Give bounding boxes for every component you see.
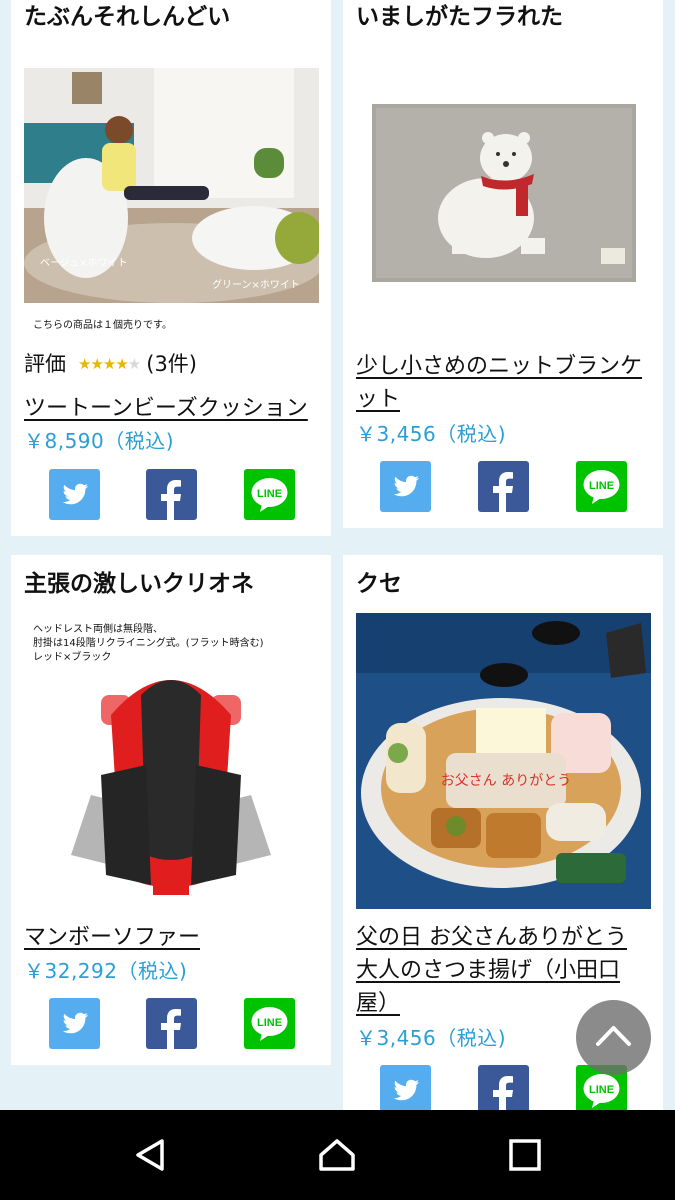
image-note: こちらの商品は１個売りです。 [33,320,172,331]
twitter-share-button[interactable] [49,998,100,1049]
card-header: クセ [356,571,402,597]
product-card: 主張の激しいクリオネ ヘッドレスト両側は無段階、 肘掛は14段階リクライニング式… [11,555,331,1065]
product-card: たぶんそれしんどい ベージュ×ホワイト グリーン×ホワイト こちらの商品は１個売… [11,0,331,536]
twitter-icon [62,1012,88,1034]
line-share-button[interactable]: LINE [244,469,295,520]
scroll-to-top-button[interactable] [576,1000,651,1075]
product-image[interactable] [356,68,651,318]
facebook-icon [493,472,513,512]
home-icon [319,1139,355,1171]
image-caption: ベージュ×ホワイト [40,258,128,269]
back-icon [136,1139,164,1171]
rating: 評価 ★★★★★ (3件) [24,350,197,378]
rating-count: (3件) [146,352,197,376]
product-name-link[interactable]: ツートーンビーズクッション [24,392,318,425]
rating-stars: ★★★★★ [78,355,141,373]
rating-label: 評価 [24,352,66,376]
product-image[interactable] [71,655,271,905]
product-name-link[interactable]: マンボーソファー [24,921,318,954]
recents-icon [509,1139,541,1171]
facebook-share-button[interactable] [146,998,197,1049]
image-caption: グリーン×ホワイト [212,280,300,291]
facebook-share-button[interactable] [146,469,197,520]
recents-button[interactable] [505,1135,545,1175]
twitter-share-button[interactable] [380,1065,431,1116]
line-icon: LINE [583,470,620,504]
facebook-icon [161,1009,181,1049]
twitter-icon [62,483,88,505]
card-header: たぶんそれしんどい [24,4,231,30]
twitter-icon [393,475,419,497]
line-icon: LINE [251,1007,288,1041]
product-image[interactable]: ベージュ×ホワイト グリーン×ホワイト [24,68,319,303]
product-name-link[interactable]: 少し小さめのニットブランケット [356,350,650,416]
facebook-share-button[interactable] [478,1065,529,1116]
twitter-share-button[interactable] [380,461,431,512]
product-price: ￥32,292（税込) [24,959,188,983]
product-image[interactable]: お父さん ありがとう [356,613,651,909]
product-price: ￥3,456（税込) [356,422,507,446]
facebook-icon [161,480,181,520]
product-price: ￥8,590（税込) [24,429,175,453]
facebook-icon [493,1076,513,1116]
card-header: 主張の激しいクリオネ [24,571,254,597]
product-card: いましがたフラれた 少し小さめのニットブランケット ￥3,456（税込) LIN… [343,0,663,528]
svg-text:お父さん ありがとう: お父さん ありがとう [441,773,571,789]
twitter-icon [393,1079,419,1101]
product-price: ￥3,456（税込) [356,1026,507,1050]
line-share-button[interactable]: LINE [576,461,627,512]
twitter-share-button[interactable] [49,469,100,520]
svg-text:LINE: LINE [589,1084,614,1096]
svg-text:LINE: LINE [257,1017,282,1029]
line-icon: LINE [251,478,288,512]
line-share-button[interactable]: LINE [244,998,295,1049]
home-button[interactable] [317,1135,357,1175]
system-navigation-bar [0,1110,675,1200]
card-header: いましがたフラれた [356,4,563,30]
svg-text:LINE: LINE [257,488,282,500]
facebook-share-button[interactable] [478,461,529,512]
svg-text:LINE: LINE [589,480,614,492]
back-button[interactable] [130,1135,170,1175]
chevron-up-icon [596,1026,631,1046]
